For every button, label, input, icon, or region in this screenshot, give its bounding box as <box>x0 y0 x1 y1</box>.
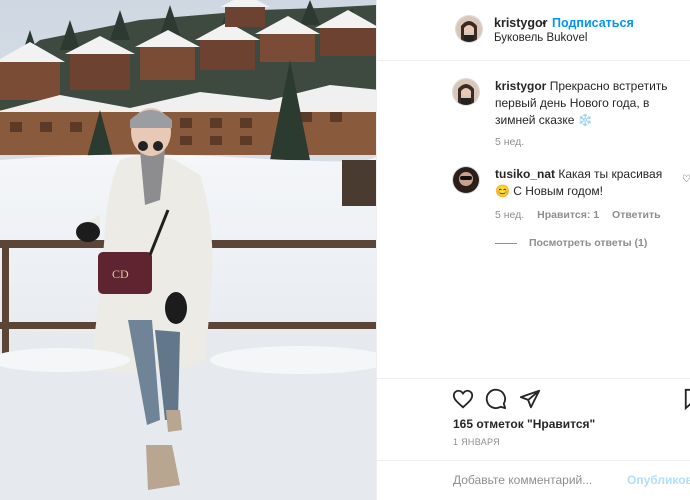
post-date[interactable]: 1 ЯНВАРЯ <box>453 437 500 447</box>
caption-username[interactable]: kristygor <box>495 79 546 93</box>
comment-input[interactable] <box>453 473 613 487</box>
post-photo[interactable]: CD <box>0 0 376 500</box>
separator-dot: • <box>542 16 547 30</box>
comment-avatar[interactable] <box>452 166 480 194</box>
comment-meta: 5 нед. Нравится: 1 Ответить <box>495 209 671 221</box>
share-icon[interactable] <box>519 388 541 410</box>
location-link[interactable]: Буковель Bukovel <box>494 32 587 44</box>
author-avatar[interactable] <box>455 15 483 43</box>
follow-button[interactable]: Подписаться <box>552 16 634 30</box>
post-actions: 165 отметок "Нравится" 1 ЯНВАРЯ <box>377 378 690 458</box>
comment: tusiko_nat Какая ты красивая😊 С Новым го… <box>495 166 675 200</box>
comments-section: kristygor Прекрасно встретить первый ден… <box>377 62 690 378</box>
caption: kristygor Прекрасно встретить первый ден… <box>495 78 690 129</box>
view-replies-button[interactable]: Посмотреть ответы (1) <box>495 237 647 249</box>
publish-button[interactable]: Опубликовать <box>627 473 690 487</box>
replies-line <box>495 242 517 244</box>
post-header: kristygor • Подписаться Буковель Bukovel <box>377 0 690 61</box>
comment-icon[interactable] <box>485 388 507 410</box>
author-username[interactable]: kristygor <box>494 16 548 30</box>
caption-avatar[interactable] <box>452 78 480 106</box>
comment-likes-count[interactable]: Нравится: 1 <box>537 209 599 221</box>
heart-icon[interactable] <box>452 388 474 410</box>
caption-meta: 5 нед. <box>495 136 534 148</box>
view-replies-label: Посмотреть ответы (1) <box>529 237 648 249</box>
bookmark-icon[interactable] <box>683 388 690 410</box>
post-sidebar: kristygor • Подписаться Буковель Bukovel… <box>377 0 690 500</box>
comment-age[interactable]: 5 нед. <box>495 209 524 221</box>
winter-photo-illustration: CD <box>0 0 376 500</box>
svg-text:CD: CD <box>112 267 129 281</box>
likes-count[interactable]: 165 отметок "Нравится" <box>453 417 595 431</box>
add-comment-bar: Опубликовать <box>377 460 690 500</box>
reply-button[interactable]: Ответить <box>612 209 661 221</box>
caption-age[interactable]: 5 нед. <box>495 136 524 148</box>
comment-like-heart-icon[interactable]: ♡ <box>682 174 690 185</box>
comment-username[interactable]: tusiko_nat <box>495 167 555 181</box>
